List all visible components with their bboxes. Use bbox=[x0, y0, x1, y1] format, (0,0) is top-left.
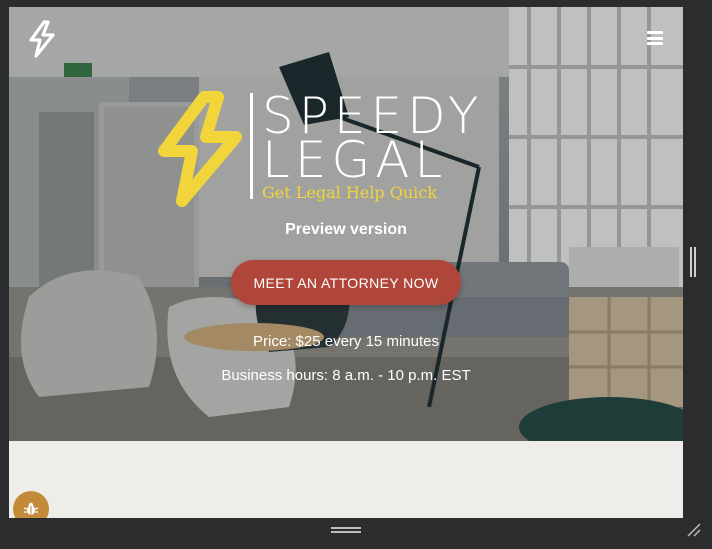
resize-corner-icon[interactable] bbox=[686, 522, 702, 538]
vertical-resize-handle[interactable] bbox=[690, 247, 696, 277]
preview-frame-top bbox=[0, 0, 712, 7]
logo-word-legal: LEGAL bbox=[262, 131, 448, 189]
site-preview-viewport: SPEEDY LEGAL Get Legal Help Quick Previe… bbox=[9, 7, 683, 518]
price-every: every bbox=[324, 333, 362, 350]
bug-icon bbox=[23, 502, 39, 515]
business-hours-text: Business hours: 8 a.m. - 10 p.m. EST bbox=[221, 367, 471, 384]
logo-lightning-bolt-icon bbox=[158, 91, 242, 207]
top-navigation-bar bbox=[9, 7, 683, 69]
logo-tagline: Get Legal Help Quick bbox=[262, 183, 437, 202]
price-prefix: Price: bbox=[253, 333, 292, 350]
price-interval: 15 minutes bbox=[365, 333, 439, 350]
price-text: Price: $25 every 15 minutes bbox=[9, 333, 683, 350]
horizontal-resize-handle[interactable] bbox=[331, 526, 361, 534]
hamburger-menu-icon[interactable] bbox=[647, 31, 663, 45]
hero-section: SPEEDY LEGAL Get Legal Help Quick Previe… bbox=[9, 7, 683, 441]
lightning-bolt-icon[interactable] bbox=[27, 20, 57, 58]
price-amount: $25 bbox=[295, 333, 321, 350]
preview-version-label: Preview version bbox=[285, 221, 407, 238]
speedy-legal-logo: SPEEDY LEGAL Get Legal Help Quick bbox=[152, 91, 542, 211]
logo-divider bbox=[250, 93, 253, 199]
bug-report-button[interactable] bbox=[13, 491, 49, 518]
preview-bottom-bar bbox=[0, 518, 712, 549]
meet-attorney-button[interactable]: MEET AN ATTORNEY NOW bbox=[231, 260, 461, 305]
